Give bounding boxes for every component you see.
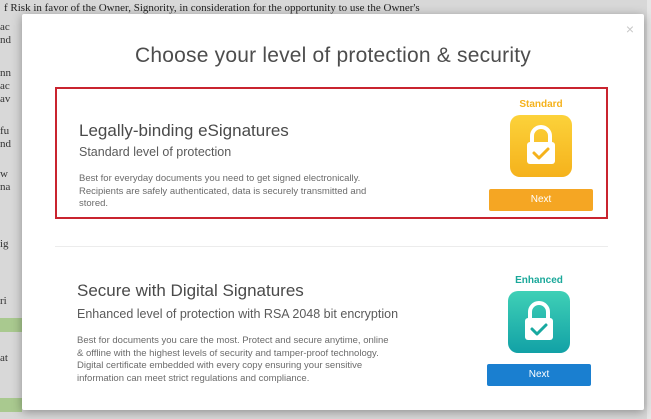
tier-label-standard: Standard — [519, 99, 563, 110]
background-text-line: f Risk in favor of the Owner, Signority,… — [4, 2, 420, 14]
option-description: Best for everyday documents you need to … — [79, 173, 409, 211]
description-line: Best for documents you care the most. Pr… — [77, 335, 389, 346]
close-icon[interactable]: × — [626, 22, 634, 36]
background-fragment: ac — [0, 21, 10, 33]
background-fragment: av — [0, 93, 11, 105]
option-subtitle: Standard level of protection — [79, 145, 232, 159]
description-line: stored. — [79, 198, 109, 209]
background-fragment: na — [0, 181, 11, 193]
background-fragment: nd — [0, 138, 11, 150]
lock-check-icon — [508, 291, 570, 353]
option-subtitle: Enhanced level of protection with RSA 20… — [77, 307, 399, 321]
option-enhanced[interactable]: Secure with Digital Signatures Enhanced … — [55, 246, 608, 396]
background-highlight — [0, 318, 22, 332]
background-highlight — [0, 398, 22, 412]
description-line: & offline with the highest levels of sec… — [77, 347, 379, 359]
description-line: Best for everyday documents you need to … — [79, 173, 361, 184]
option-title: Legally-binding eSignatures — [79, 121, 289, 140]
background-fragment: ig — [0, 238, 9, 250]
background-scroll-edge — [647, 0, 651, 419]
option-title: Secure with Digital Signatures — [77, 281, 304, 300]
background-fragment: at — [0, 352, 8, 364]
background-fragment: w — [0, 168, 8, 180]
lock-check-icon — [510, 115, 572, 177]
background-fragment: nd — [0, 34, 11, 46]
next-button-standard[interactable]: Next — [489, 189, 593, 211]
background-fragment: ri — [0, 295, 7, 307]
next-button-enhanced[interactable]: Next — [487, 364, 591, 386]
background-fragment: nn — [0, 67, 11, 79]
tier-label-enhanced: Enhanced — [515, 275, 563, 286]
protection-level-modal: × Choose your level of protection & secu… — [22, 14, 644, 410]
description-line: information can meet strict regulations … — [77, 372, 310, 384]
description-line: Recipients are safely authenticated, dat… — [79, 185, 367, 197]
option-standard[interactable]: Legally-binding eSignatures Standard lev… — [55, 87, 608, 219]
option-description: Best for documents you care the most. Pr… — [77, 335, 437, 385]
background-fragment: ac — [0, 80, 10, 92]
description-line: Digital certificate embedded with every … — [77, 360, 363, 371]
modal-title: Choose your level of protection & securi… — [135, 44, 531, 67]
background-fragment: fu — [0, 125, 10, 137]
